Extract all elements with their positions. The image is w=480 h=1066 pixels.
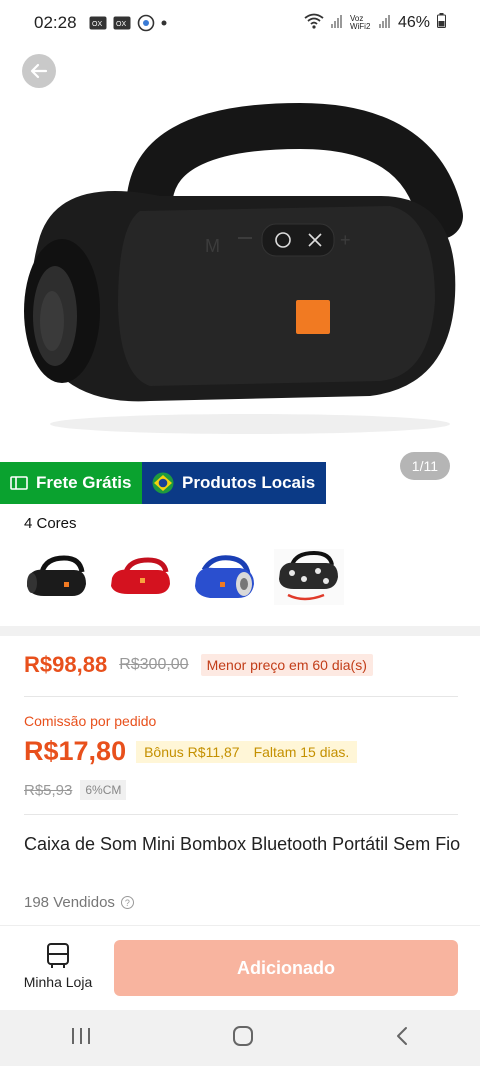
price-row: R$98,88 R$300,00 Menor preço em 60 dia(s… — [24, 652, 373, 678]
section-divider — [0, 626, 480, 636]
image-counter: 1/11 — [399, 452, 450, 480]
battery-icon — [437, 13, 446, 33]
bonus-remaining: Faltam 15 dias. — [253, 743, 350, 760]
brazil-flag-icon — [152, 472, 174, 494]
color-options — [22, 548, 344, 606]
sync-icon — [137, 14, 155, 32]
back-button[interactable] — [22, 54, 56, 88]
home-icon — [233, 1025, 253, 1046]
bonus-amount: Bônus R$11,87 — [144, 743, 240, 760]
ticket-icon — [10, 476, 28, 490]
status-bar: 02:28 OX OX Voz WiFi2 46% — [0, 0, 480, 46]
svg-text:OX: OX — [92, 21, 102, 28]
commission-row: R$17,80 Bônus R$11,87 Faltam 15 dias. — [24, 736, 358, 767]
commission-value: R$17,80 — [24, 736, 127, 766]
store-icon — [47, 943, 69, 968]
svg-text:+: + — [340, 230, 351, 250]
dot-icon — [161, 20, 167, 26]
color-swatch-red[interactable] — [106, 548, 176, 606]
divider — [24, 814, 458, 815]
product-title: Caixa de Som Mini Bombox Bluetooth Portá… — [24, 834, 461, 854]
help-icon[interactable]: ? — [120, 896, 134, 909]
status-time: 02:28 — [34, 13, 77, 32]
chevron-left-icon — [397, 1026, 407, 1045]
commission-rate-badge: 6%CM — [80, 780, 127, 800]
home-button[interactable] — [232, 1025, 254, 1052]
signal-icon-2 — [378, 14, 391, 33]
color-swatch-black[interactable] — [22, 548, 92, 606]
free-shipping-label: Frete Grátis — [36, 473, 132, 492]
lowest-price-tag: Menor preço em 60 dia(s) — [200, 654, 373, 676]
recent-apps-icon — [72, 1027, 90, 1044]
bonus-badge: Bônus R$11,87 Faltam 15 dias. — [136, 740, 358, 763]
commission-label: Comissão por pedido — [24, 713, 157, 729]
my-store-button[interactable]: Minha Loja — [22, 942, 94, 990]
local-products-label: Produtos Locais — [182, 473, 316, 492]
arrow-left-icon — [30, 63, 48, 79]
nav-back-button[interactable] — [394, 1025, 410, 1052]
promo-badges: Frete Grátis Produtos Locais — [0, 462, 326, 504]
wifi-icon — [304, 13, 324, 34]
battery-percent: 46% — [397, 14, 430, 31]
old-commission-row: R$5,93 6%CM — [24, 780, 127, 800]
old-commission: R$5,93 — [24, 781, 73, 799]
system-nav-bar — [0, 1010, 480, 1066]
color-swatch-pattern[interactable] — [274, 548, 344, 606]
colors-label: 4 Cores — [24, 515, 77, 532]
free-shipping-badge: Frete Grátis — [0, 462, 142, 504]
voz-wifi-label: Voz WiFi2 — [349, 14, 371, 31]
recent-apps-button[interactable] — [70, 1026, 92, 1051]
product-image: M + — [24, 102, 463, 434]
sold-count: 198 Vendidos — [24, 894, 115, 911]
svg-text:OX: OX — [116, 21, 126, 28]
product-image-gallery[interactable]: M + 1/11 — [0, 46, 480, 502]
notification-icon-2: OX — [113, 16, 131, 30]
current-price: R$98,88 — [24, 652, 108, 677]
svg-text:M: M — [205, 236, 220, 256]
added-button[interactable]: Adicionado — [114, 940, 458, 996]
notification-icon: OX — [89, 16, 107, 30]
local-products-badge: Produtos Locais — [142, 462, 326, 504]
signal-icon — [330, 14, 343, 33]
divider — [24, 696, 458, 697]
color-swatch-blue[interactable] — [190, 548, 260, 606]
old-price: R$300,00 — [119, 656, 189, 673]
my-store-label: Minha Loja — [23, 974, 93, 990]
bottom-action-bar: Minha Loja Adicionado — [0, 926, 480, 1010]
sold-count-row: 198 Vendidos ? — [24, 894, 134, 911]
